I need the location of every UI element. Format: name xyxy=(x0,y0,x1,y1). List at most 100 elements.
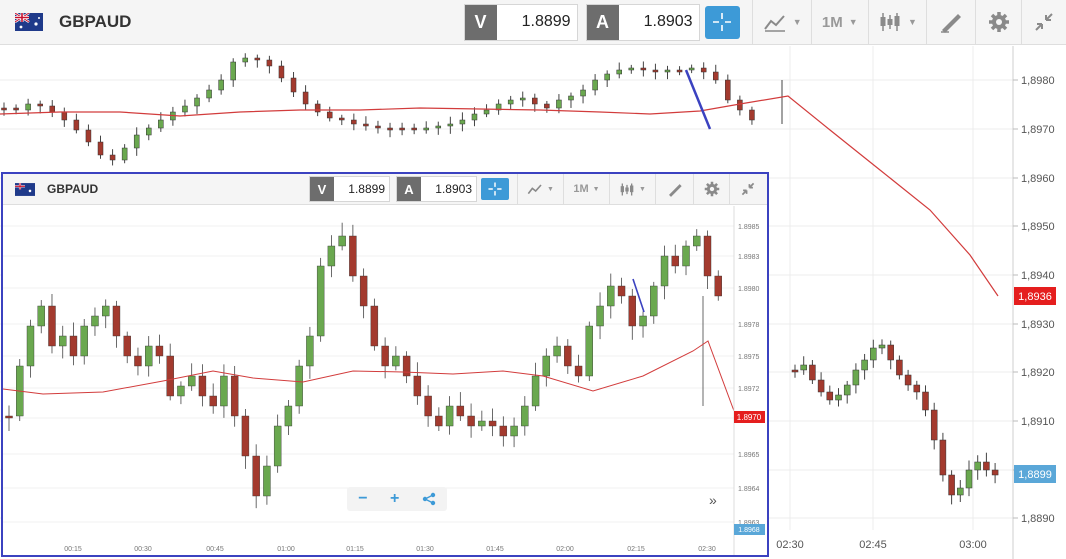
candle xyxy=(688,67,695,71)
inset-collapse-button[interactable] xyxy=(729,174,765,205)
candle xyxy=(519,97,526,101)
y-tick-label: 1,8940 xyxy=(1021,270,1055,282)
chevron-down-icon: ▼ xyxy=(792,17,802,27)
candle xyxy=(974,461,981,471)
candle xyxy=(121,147,128,161)
candle xyxy=(922,391,929,411)
inset-chart-window[interactable]: GBPAUD V 1.8899 A 1.8903 ▼ 1M ▼ ▼ 1.8985… xyxy=(1,172,769,557)
candle xyxy=(218,79,224,91)
inset-draw-tools-button[interactable] xyxy=(655,174,693,205)
candle xyxy=(826,391,834,401)
candle xyxy=(791,369,799,373)
candle xyxy=(628,67,635,71)
draw-tools-button[interactable] xyxy=(926,0,975,45)
sell-letter: V xyxy=(464,4,497,40)
inset-x-tick-label: 00:45 xyxy=(206,546,224,553)
inset-candles-button[interactable]: ▼ xyxy=(609,174,655,205)
trendline[interactable] xyxy=(684,69,712,130)
inset-toolbar: GBPAUD V 1.8899 A 1.8903 ▼ 1M ▼ ▼ xyxy=(3,174,767,205)
inset-candle xyxy=(123,335,131,357)
inset-candle xyxy=(166,355,174,397)
inset-candle xyxy=(145,345,153,367)
inset-candle xyxy=(510,425,518,437)
inset-sell-quote[interactable]: V 1.8899 xyxy=(309,176,390,202)
buy-quote[interactable]: A 1.8903 xyxy=(585,3,700,41)
candle xyxy=(749,109,755,121)
inset-y-tick-label: 1.8980 xyxy=(738,286,760,293)
inset-candle xyxy=(639,315,647,327)
inset-x-tick-label: 01:45 xyxy=(486,546,504,553)
inset-candle xyxy=(531,375,540,407)
candle xyxy=(375,125,381,129)
y-tick-label: 1,8920 xyxy=(1021,367,1055,379)
candle xyxy=(25,103,31,111)
chevron-down-icon: ▼ xyxy=(639,185,646,193)
chevron-down-icon: ▼ xyxy=(848,17,858,27)
candle xyxy=(182,105,188,113)
inset-x-tick-label: 01:00 xyxy=(277,546,295,553)
inset-candle xyxy=(273,425,282,467)
settings-button[interactable] xyxy=(975,0,1020,45)
inset-candle xyxy=(478,420,486,427)
inset-timeframe-selector[interactable]: 1M ▼ xyxy=(563,174,609,205)
inset-candle xyxy=(542,355,551,377)
candle xyxy=(37,103,43,107)
candle xyxy=(664,69,671,73)
crosshair-button[interactable] xyxy=(704,5,741,39)
candle xyxy=(809,364,816,381)
candle xyxy=(206,89,212,99)
candle xyxy=(13,107,19,111)
inset-candle xyxy=(714,275,722,297)
candle xyxy=(290,77,297,93)
candle xyxy=(109,154,116,161)
chart-type-icon xyxy=(763,15,785,32)
inset-candle xyxy=(338,235,346,247)
candle xyxy=(957,487,964,496)
candle xyxy=(604,73,610,81)
inset-sell-letter: V xyxy=(310,177,334,201)
inset-y-tick-label: 1.8965 xyxy=(738,452,760,459)
candle xyxy=(568,95,574,101)
price-badge-blue-label: 1,8899 xyxy=(1018,469,1052,481)
inset-x-tick-label: 00:15 xyxy=(64,546,82,553)
inset-settings-button[interactable] xyxy=(693,174,729,205)
candles-button[interactable]: ▼ xyxy=(867,0,927,45)
y-tick-label: 1,8910 xyxy=(1021,416,1055,428)
candle xyxy=(326,111,333,119)
inset-candle xyxy=(553,345,561,357)
inset-candle xyxy=(220,375,228,407)
inset-buy-quote[interactable]: A 1.8903 xyxy=(396,176,477,202)
inset-candle xyxy=(682,245,690,267)
gear-icon xyxy=(988,12,1009,32)
y-tick-label: 1,8980 xyxy=(1021,75,1055,87)
timeframe-selector[interactable]: 1M ▼ xyxy=(810,0,868,45)
inset-badge-red-label: 1.8970 xyxy=(737,413,762,422)
inset-candle xyxy=(596,305,604,327)
inset-crosshair-button[interactable] xyxy=(481,178,509,200)
scroll-forward-button[interactable]: » xyxy=(709,492,717,508)
candle xyxy=(447,123,454,127)
inset-candle xyxy=(295,365,303,407)
candle xyxy=(965,469,973,489)
collapse-button[interactable] xyxy=(1020,0,1066,45)
chart-type-button[interactable]: ▼ xyxy=(752,0,811,45)
share-icon[interactable] xyxy=(422,492,436,506)
sell-quote[interactable]: V 1.8899 xyxy=(463,3,578,41)
inset-chart-type-button[interactable]: ▼ xyxy=(517,174,563,205)
y-tick-label: 1,8970 xyxy=(1021,124,1055,136)
zoom-out-button[interactable]: − xyxy=(358,490,367,508)
candle xyxy=(948,474,955,496)
inset-candle xyxy=(252,455,260,497)
candle xyxy=(712,71,719,81)
timeframe-label: 1M xyxy=(821,13,843,31)
candle xyxy=(423,127,429,131)
zoom-in-button[interactable]: + xyxy=(390,490,399,508)
inset-x-tick-label: 01:30 xyxy=(416,546,434,553)
chevron-down-icon: ▼ xyxy=(907,17,917,27)
candle xyxy=(843,384,851,396)
candle xyxy=(73,119,80,131)
inset-y-tick-label: 1.8985 xyxy=(738,224,760,231)
inset-candle xyxy=(102,305,110,317)
candle xyxy=(835,394,842,401)
candle xyxy=(411,127,417,131)
